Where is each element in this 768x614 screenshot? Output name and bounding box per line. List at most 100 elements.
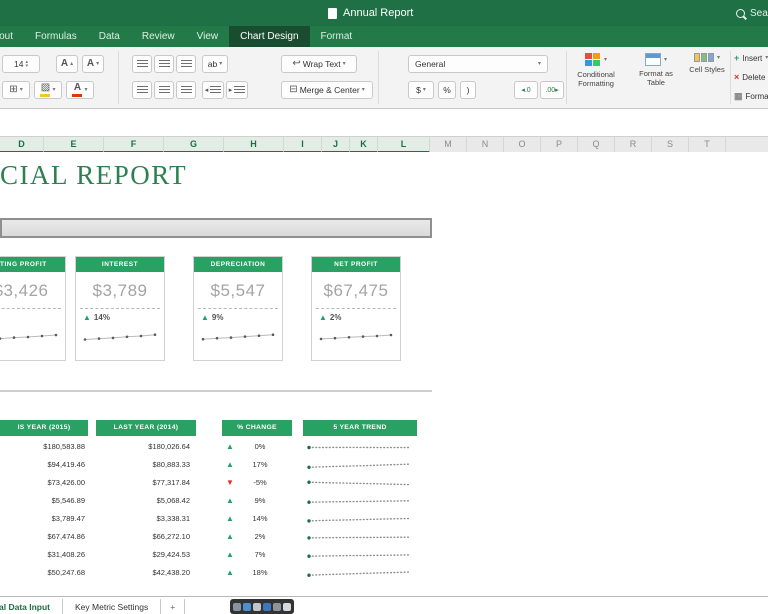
dock-icon[interactable]	[283, 603, 291, 611]
increase-indent-button[interactable]: ▸	[226, 81, 248, 99]
increase-decimal-button[interactable]: .00▸	[540, 81, 564, 99]
increase-decimal-icon: .00▸	[545, 86, 558, 94]
styles-swatches-icon	[694, 53, 714, 62]
column-header-n[interactable]: N	[467, 137, 504, 153]
dock-icon[interactable]	[273, 603, 281, 611]
dock-icon[interactable]	[233, 603, 241, 611]
dock-icon[interactable]	[263, 603, 271, 611]
increase-font-button[interactable]: A ▴	[56, 55, 78, 73]
decrease-indent-button[interactable]: ◂	[202, 81, 224, 99]
table-row[interactable]: $67,474.86$66,272.10▲2%	[0, 528, 432, 546]
fill-color-button[interactable]: ▨ ▾	[34, 81, 62, 99]
decrease-decimal-button[interactable]: ◂.0	[514, 81, 538, 99]
align-top-button[interactable]	[132, 55, 152, 73]
dock[interactable]	[230, 599, 294, 614]
ribbon-tab-data[interactable]: Data	[88, 26, 131, 47]
font-size-stepper[interactable]: ▴ ▾	[25, 60, 28, 68]
column-header-r[interactable]: R	[615, 137, 652, 153]
comma-format-button[interactable]: )	[460, 81, 476, 99]
column-header-o[interactable]: O	[504, 137, 541, 153]
selection-bar[interactable]	[0, 218, 432, 238]
kpi-card-net-profit[interactable]: NET PROFIT$67,475▲2%	[311, 256, 401, 361]
kpi-card-ating-profit[interactable]: ATING PROFIT$3,426	[0, 256, 66, 361]
column-header-e[interactable]: E	[44, 137, 104, 153]
column-header-k[interactable]: K	[350, 137, 378, 153]
merge-center-button[interactable]: ⊟ Merge & Center ▾	[281, 81, 373, 99]
pct-change-cell: 0%	[240, 438, 280, 456]
decrease-font-button[interactable]: A ▾	[82, 55, 104, 73]
format-cells-button[interactable]: ▦ Format ▾	[734, 91, 768, 102]
column-header-l[interactable]: L	[378, 137, 430, 153]
ribbon-tab-review[interactable]: Review	[131, 26, 186, 47]
table-header-is-year-2015: IS YEAR (2015)	[0, 420, 88, 436]
wrap-text-button[interactable]: ↩ Wrap Text ▾	[281, 55, 357, 73]
format-label: Format	[746, 92, 768, 101]
column-header-s[interactable]: S	[652, 137, 689, 153]
dock-icon[interactable]	[253, 603, 261, 611]
up-arrow-icon: ▲	[83, 313, 91, 322]
table-row[interactable]: $73,426.00$77,317.84▼-5%	[0, 474, 432, 492]
borders-button[interactable]: ⊞ ▾	[2, 81, 30, 99]
insert-label: Insert	[742, 54, 762, 63]
section-divider	[0, 390, 432, 392]
kpi-card-depreciation[interactable]: DEPRECIATION$5,547▲9%	[193, 256, 283, 361]
column-header-g[interactable]: G	[164, 137, 224, 153]
align-middle-button[interactable]	[154, 55, 174, 73]
orientation-icon: ab	[208, 59, 217, 69]
delete-cells-button[interactable]: × Delete ▾	[734, 72, 768, 82]
kpi-card-interest[interactable]: INTEREST$3,789▲14%	[75, 256, 165, 361]
table-row[interactable]: $94,419.46$80,883.33▲17%	[0, 456, 432, 474]
font-size-select[interactable]: 14 ▴ ▾	[2, 55, 40, 73]
currency-format-button[interactable]: $ ▾	[408, 81, 434, 99]
column-header-h[interactable]: H	[224, 137, 284, 153]
search-box[interactable]: Search	[736, 0, 768, 26]
sheet-tab-ancial-data-input[interactable]: ancial Data Input	[0, 599, 63, 614]
conditional-formatting-button[interactable]: ▾ Conditional Formatting	[568, 53, 624, 88]
column-header-f[interactable]: F	[104, 137, 164, 153]
trend-cell	[303, 567, 417, 585]
column-header-m[interactable]: M	[430, 137, 467, 153]
ribbon-tab-format[interactable]: Format	[310, 26, 364, 47]
sheet-tab-key-metric-settings[interactable]: Key Metric Settings	[63, 599, 161, 614]
worksheet[interactable]: CIAL REPORT ATING PROFIT$3,426INTEREST$3…	[0, 152, 768, 596]
pct-change-cell: 17%	[240, 456, 280, 474]
number-format-select[interactable]: General ▾	[408, 55, 548, 73]
align-right-button[interactable]	[176, 81, 196, 99]
percent-format-button[interactable]: %	[438, 81, 456, 99]
align-left-icon	[137, 86, 148, 95]
cell-styles-button[interactable]: ▾ Cell Styles	[686, 53, 728, 74]
align-center-button[interactable]	[154, 81, 174, 99]
orientation-button[interactable]: ab ▾	[202, 55, 228, 73]
card-divider	[198, 308, 278, 309]
ribbon-tab-layout[interactable]: Layout	[0, 26, 24, 47]
sparkline	[303, 531, 415, 544]
column-header-d[interactable]: D	[0, 137, 44, 153]
ribbon-tab-view[interactable]: View	[186, 26, 230, 47]
ribbon-tab-chart-design[interactable]: Chart Design	[229, 26, 309, 47]
ribbon-tab-formulas[interactable]: Formulas	[24, 26, 88, 47]
column-header-p[interactable]: P	[541, 137, 578, 153]
align-bottom-button[interactable]	[176, 55, 196, 73]
align-middle-icon	[159, 60, 170, 69]
column-header-i[interactable]: I	[284, 137, 322, 153]
align-left-button[interactable]	[132, 81, 152, 99]
add-sheet-button[interactable]: +	[161, 599, 185, 614]
column-header-t[interactable]: T	[689, 137, 726, 153]
font-color-button[interactable]: A ▾	[66, 81, 94, 99]
dock-icon[interactable]	[243, 603, 251, 611]
up-arrow-icon: ▲	[222, 438, 238, 456]
table-row[interactable]: $50,247.68$42,438.20▲18%	[0, 564, 432, 582]
insert-cells-button[interactable]: + Insert ▾	[734, 53, 768, 63]
column-header-j[interactable]: J	[322, 137, 350, 153]
table-header-change: % CHANGE	[222, 420, 292, 436]
table-row[interactable]: $5,546.89$5,068.42▲9%	[0, 492, 432, 510]
this-year-cell: $180,583.88	[0, 438, 85, 456]
conditional-formatting-label: Conditional Formatting	[568, 70, 624, 88]
table-row[interactable]: $180,583.88$180,026.64▲0%	[0, 438, 432, 456]
sparkline	[303, 459, 415, 472]
column-header-q[interactable]: Q	[578, 137, 615, 153]
search-label: Search	[750, 8, 768, 19]
format-as-table-button[interactable]: ▾ Format as Table	[630, 53, 682, 87]
table-row[interactable]: $3,789.47$3,338.31▲14%	[0, 510, 432, 528]
table-row[interactable]: $31,408.26$29,424.53▲7%	[0, 546, 432, 564]
